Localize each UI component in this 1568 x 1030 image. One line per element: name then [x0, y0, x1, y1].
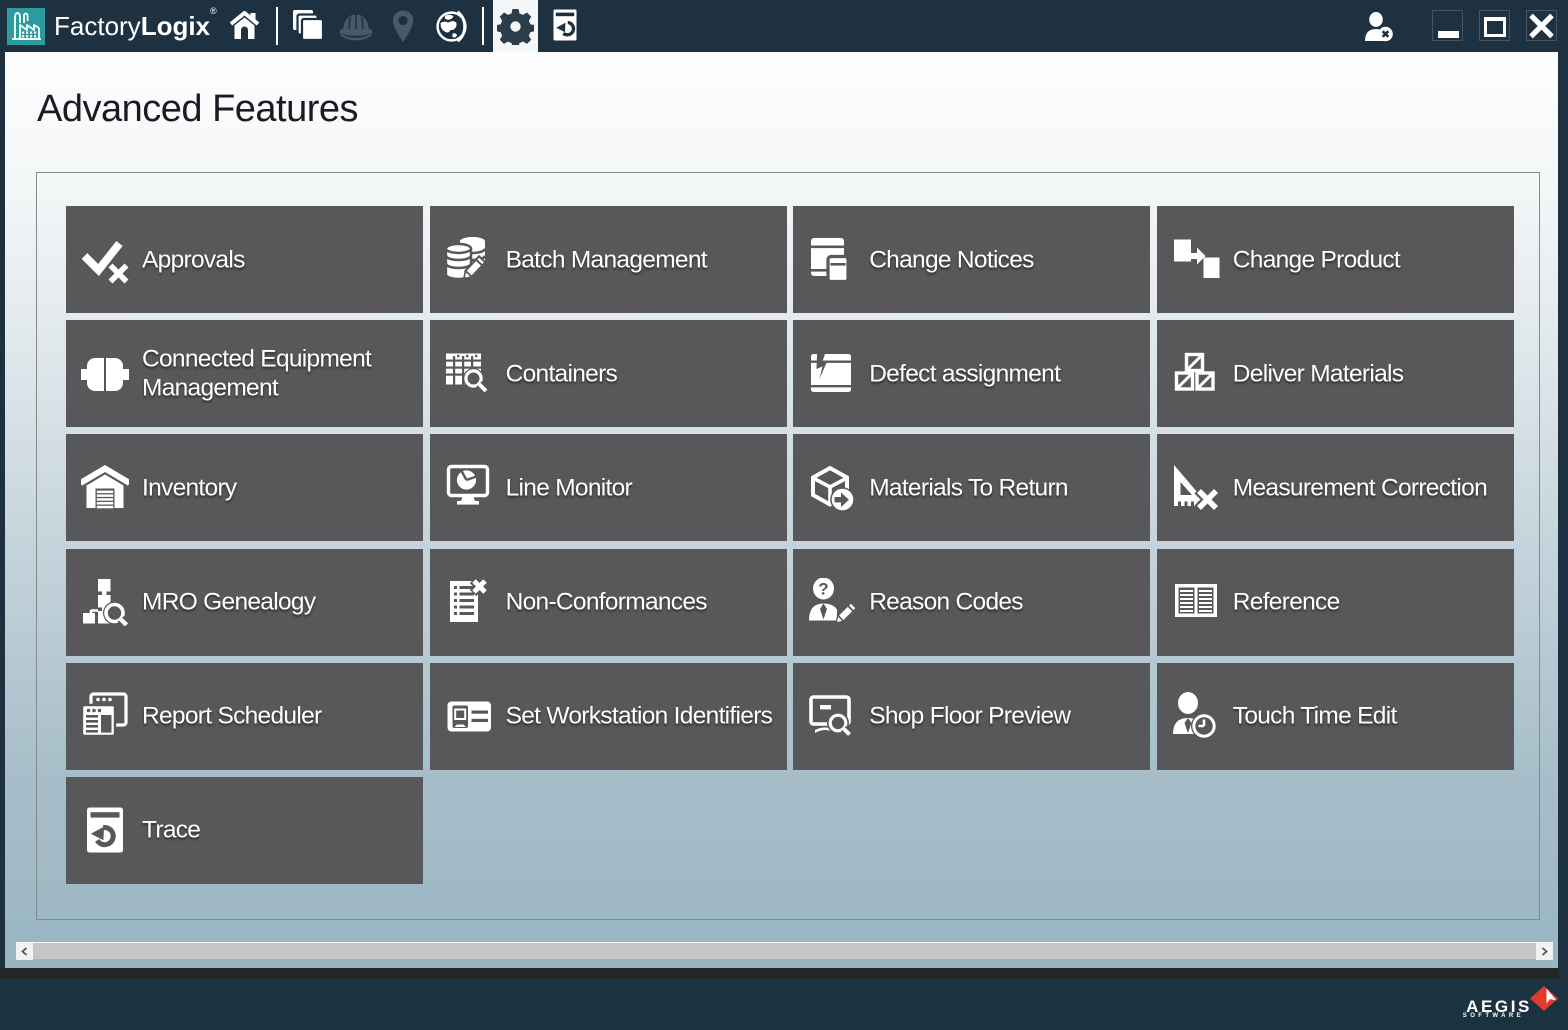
- svg-text:?: ?: [818, 580, 828, 599]
